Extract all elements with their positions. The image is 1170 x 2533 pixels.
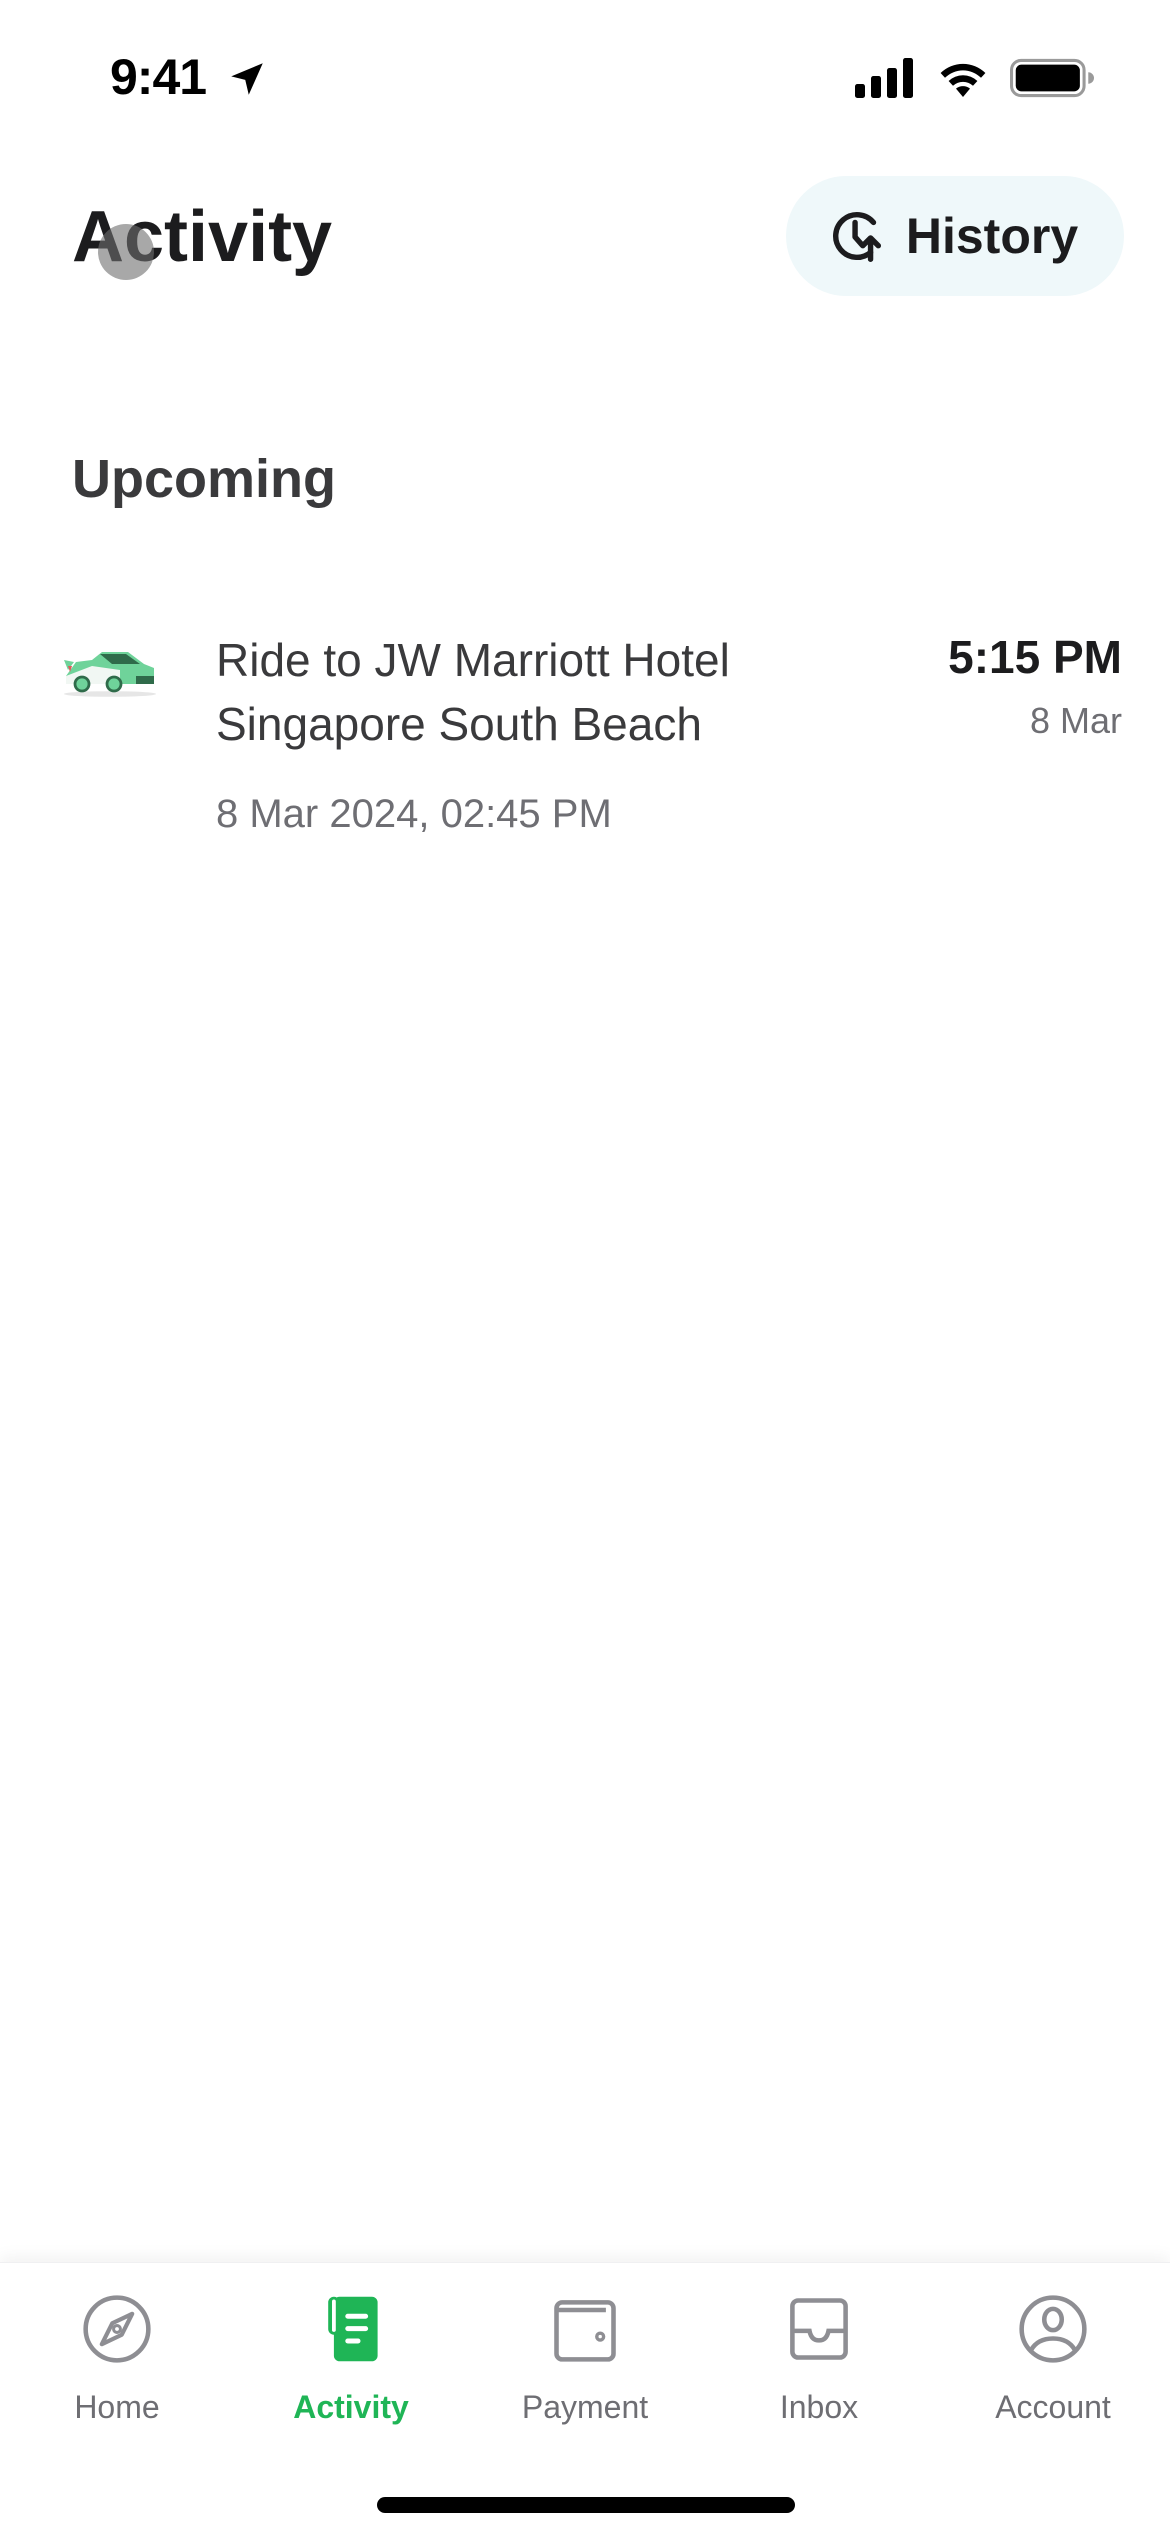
history-button[interactable]: History: [786, 176, 1124, 296]
status-time: 9:41: [110, 49, 207, 105]
home-indicator: [377, 2497, 795, 2513]
location-arrow-icon: [231, 63, 263, 95]
section-title-upcoming: Upcoming: [72, 449, 336, 509]
tab-label: Payment: [521, 2389, 649, 2425]
cellular-signal-icon: [855, 58, 913, 98]
ride-date: 8 Mar: [1029, 700, 1122, 741]
tab-payment[interactable]: Payment: [468, 2263, 702, 2463]
tab-label: Inbox: [779, 2389, 859, 2425]
tab-activity[interactable]: Activity: [234, 2263, 468, 2463]
touch-indicator: [98, 224, 154, 280]
tab-label: Activity: [293, 2389, 409, 2425]
ride-destination: Ride to JW Marriott Hotel Singapore Sout…: [216, 634, 730, 750]
tab-home[interactable]: Home: [0, 2263, 234, 2463]
tab-label: Account: [995, 2389, 1111, 2425]
tab-account[interactable]: Account: [936, 2263, 1170, 2463]
status-bar: 9:41: [0, 0, 1170, 150]
receipt-icon: [328, 2296, 378, 2362]
car-icon: [64, 652, 156, 697]
ride-booking-datetime: 8 Mar 2024, 02:45 PM: [216, 792, 612, 836]
ride-time: 5:15 PM: [948, 631, 1122, 683]
clock-history-icon: [832, 211, 881, 262]
wallet-icon: [554, 2300, 616, 2362]
history-label: History: [905, 208, 1079, 264]
bottom-tab-bar: Home Activity Payment Inbox Account: [0, 2262, 1170, 2533]
tab-label: Home: [74, 2389, 160, 2425]
battery-icon: [1010, 58, 1094, 98]
wifi-icon: [940, 63, 986, 97]
tab-inbox[interactable]: Inbox: [702, 2263, 936, 2463]
upcoming-ride-item[interactable]: Ride to JW Marriott Hotel Singapore Sout…: [0, 600, 1170, 860]
account-icon: [1019, 2295, 1087, 2363]
inbox-icon: [790, 2298, 848, 2360]
compass-icon: [83, 2295, 151, 2363]
